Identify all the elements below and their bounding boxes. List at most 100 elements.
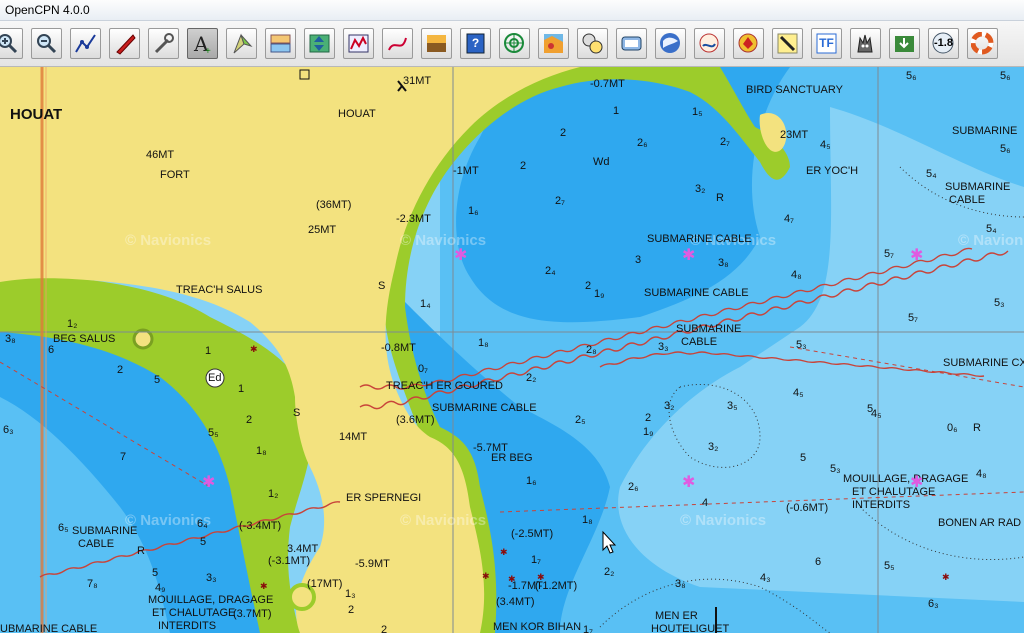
svg-text:✱: ✱ bbox=[682, 472, 695, 491]
route-icon bbox=[75, 34, 96, 53]
svg-text:3₂: 3₂ bbox=[664, 400, 674, 412]
dashboard-button[interactable] bbox=[577, 28, 608, 59]
tf-button[interactable]: TF bbox=[811, 28, 842, 59]
svg-text:1₉: 1₉ bbox=[594, 288, 604, 300]
objsearch-button[interactable] bbox=[616, 28, 647, 59]
contour-label: -5.7MT bbox=[473, 442, 508, 454]
svg-text:6: 6 bbox=[815, 556, 821, 568]
settings-button[interactable] bbox=[148, 28, 179, 59]
svg-text:5₃: 5₃ bbox=[830, 463, 841, 475]
label-interdits: INTERDITS bbox=[158, 620, 216, 632]
contour-label: (-0.6MT) bbox=[786, 502, 828, 514]
track-button[interactable] bbox=[382, 28, 413, 59]
svg-text:✱: ✱ bbox=[250, 345, 258, 355]
wrench-icon bbox=[154, 33, 174, 54]
route-button[interactable] bbox=[70, 28, 101, 59]
svg-text:5: 5 bbox=[152, 567, 158, 579]
svg-text:+: + bbox=[205, 46, 211, 55]
mob-button[interactable] bbox=[967, 28, 998, 59]
watermark: © Navionics bbox=[680, 512, 766, 529]
contour-label: (-2.5MT) bbox=[511, 528, 553, 540]
ais-button[interactable] bbox=[343, 28, 374, 59]
svg-text:4₇: 4₇ bbox=[784, 213, 794, 225]
label-men-er: MEN ER bbox=[655, 610, 698, 622]
label-bird-sanctuary: BIRD SANCTUARY bbox=[746, 84, 844, 96]
svg-text:1₇: 1₇ bbox=[583, 624, 593, 633]
contour-label: -1MT bbox=[453, 165, 479, 177]
height-label: 31MT bbox=[403, 75, 431, 87]
measure-button[interactable] bbox=[226, 28, 257, 59]
weather-button[interactable] bbox=[733, 28, 764, 59]
svg-text:0₇: 0₇ bbox=[418, 363, 428, 375]
wolf-button[interactable] bbox=[850, 28, 881, 59]
height-label: (36MT) bbox=[316, 199, 351, 211]
svg-text:3₈: 3₈ bbox=[718, 257, 729, 269]
label-r: R bbox=[973, 422, 981, 434]
download-button[interactable] bbox=[889, 28, 920, 59]
svg-text:1₇: 1₇ bbox=[531, 554, 541, 566]
svg-text:1: 1 bbox=[205, 345, 211, 357]
nautical-chart[interactable]: © Navionics © Navionics © Navionics © Na… bbox=[0, 67, 1024, 633]
svg-text:1₉: 1₉ bbox=[643, 426, 653, 438]
marker-button[interactable] bbox=[772, 28, 803, 59]
color-scheme-button[interactable] bbox=[421, 28, 452, 59]
label-submarine: SUBMARINE bbox=[952, 125, 1017, 137]
svg-text:5₄: 5₄ bbox=[986, 223, 997, 235]
label-r: R bbox=[716, 192, 724, 204]
svg-text:1₆: 1₆ bbox=[526, 475, 537, 487]
radar-button[interactable] bbox=[499, 28, 530, 59]
zoom-out-button[interactable] bbox=[31, 28, 62, 59]
label-mouillage: MOUILLAGE, DRAGAGE bbox=[843, 473, 968, 485]
globe-icon bbox=[660, 33, 680, 53]
svg-text:✱: ✱ bbox=[942, 573, 950, 583]
svg-text:5: 5 bbox=[800, 452, 806, 464]
contour-label: -0.7MT bbox=[590, 78, 625, 90]
label-submarine-cable: SUBMARINE CABLE bbox=[644, 287, 749, 299]
text-button[interactable]: A + bbox=[187, 28, 218, 59]
svg-text:3₂: 3₂ bbox=[708, 441, 718, 453]
google-earth-button[interactable] bbox=[655, 28, 686, 59]
svg-text:5₅: 5₅ bbox=[884, 560, 895, 572]
svg-text:3₃: 3₃ bbox=[658, 341, 669, 353]
svg-text:S: S bbox=[293, 407, 300, 419]
svg-text:4₅: 4₅ bbox=[820, 139, 831, 151]
svg-text:5₄: 5₄ bbox=[926, 168, 937, 180]
tides-button[interactable] bbox=[694, 28, 725, 59]
svg-text:6₅: 6₅ bbox=[58, 522, 69, 534]
label-submarine: SUBMARINE bbox=[945, 181, 1010, 193]
grib-icon bbox=[544, 34, 563, 53]
svg-text:2: 2 bbox=[645, 412, 651, 424]
text-icon: A+ bbox=[193, 32, 211, 55]
height-label: 25MT bbox=[308, 224, 336, 236]
svg-text:✱: ✱ bbox=[260, 582, 268, 592]
label-er-yoch: ER YOC'H bbox=[806, 165, 858, 177]
height-label: (3.7MT) bbox=[233, 608, 272, 620]
svg-text:6₃: 6₃ bbox=[3, 424, 14, 436]
svg-text:2₅: 2₅ bbox=[575, 414, 586, 426]
svg-text:5₃: 5₃ bbox=[796, 339, 807, 351]
help-button[interactable]: ? bbox=[460, 28, 491, 59]
svg-text:5: 5 bbox=[200, 536, 206, 548]
zoom-in-button[interactable] bbox=[0, 28, 23, 59]
svg-text:1₆: 1₆ bbox=[468, 205, 479, 217]
follow-ship-button[interactable] bbox=[109, 28, 140, 59]
svg-text:1: 1 bbox=[613, 105, 619, 117]
depth-button[interactable] bbox=[304, 28, 335, 59]
svg-text:✱: ✱ bbox=[537, 573, 545, 583]
svg-text:4₈: 4₈ bbox=[976, 468, 987, 480]
label-bonen-ar-rad: BONEN AR RAD bbox=[938, 517, 1021, 529]
offset-button[interactable]: -1.8 bbox=[928, 28, 959, 59]
label-houat-village: HOUAT bbox=[338, 108, 376, 120]
grib-button[interactable] bbox=[538, 28, 569, 59]
label-mouillage: MOUILLAGE, DRAGAGE bbox=[148, 594, 273, 606]
svg-text:5₆: 5₆ bbox=[906, 70, 917, 82]
height-label: (-3.4MT) bbox=[239, 520, 281, 532]
quilt-button[interactable] bbox=[265, 28, 296, 59]
height-label: (-3.1MT) bbox=[268, 555, 310, 567]
label-submarine: SUBMARINE bbox=[676, 323, 741, 335]
label-wd: Wd bbox=[593, 156, 610, 168]
window-title: OpenCPN 4.0.0 bbox=[5, 3, 90, 17]
svg-text:3₈: 3₈ bbox=[5, 333, 16, 345]
svg-text:2₇: 2₇ bbox=[555, 195, 565, 207]
marker-icon bbox=[777, 33, 798, 54]
